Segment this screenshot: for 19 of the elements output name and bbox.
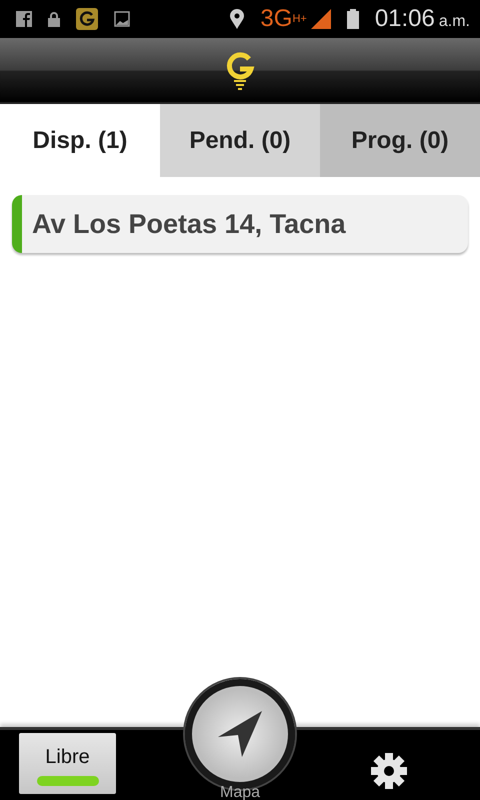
address-item[interactable]: Av Los Poetas 14, Tacna [12, 195, 468, 253]
battery-icon [346, 9, 359, 29]
location-pin-icon [230, 9, 244, 29]
image-icon [114, 11, 130, 27]
clock: 01:06 [374, 4, 435, 34]
logo-icon [225, 50, 255, 90]
facebook-icon [16, 11, 32, 27]
lock-icon [48, 11, 60, 27]
network-subtype: H+ [292, 12, 307, 27]
network-type: 3G [260, 7, 292, 31]
navigation-arrow-icon [218, 711, 262, 757]
clock-suffix: a.m. [438, 12, 470, 32]
signal-icon [310, 9, 331, 29]
tab[interactable]: Pend. (0) [160, 104, 320, 177]
tab[interactable]: Prog. (0) [320, 104, 480, 177]
logo-icon [76, 8, 98, 30]
status-button[interactable]: Libre [19, 733, 116, 794]
settings-icon[interactable] [370, 752, 408, 790]
map-label: Mapa [218, 783, 262, 800]
